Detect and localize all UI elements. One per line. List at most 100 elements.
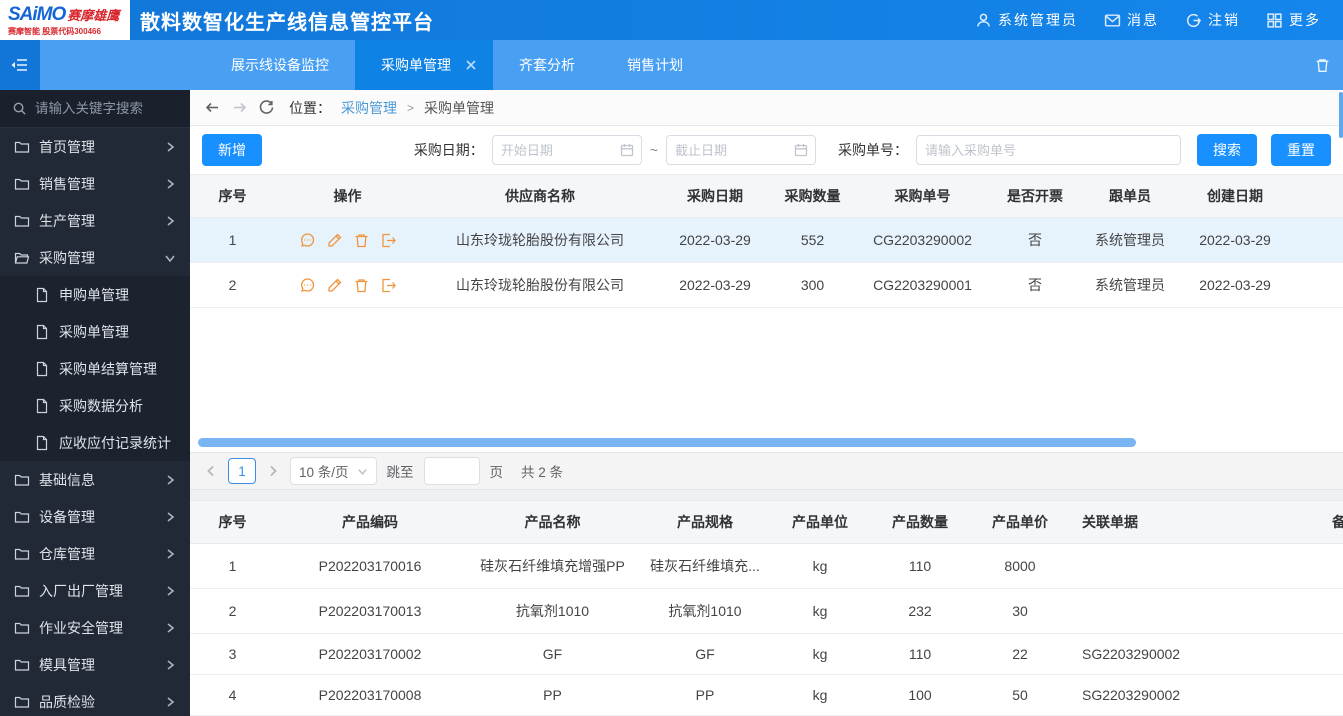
user-name: 系统管理员 bbox=[998, 12, 1078, 28]
more-label: 更多 bbox=[1289, 12, 1321, 28]
chevron-right-icon bbox=[164, 511, 176, 523]
tab-kitting-analysis[interactable]: 齐套分析 bbox=[493, 40, 601, 90]
sidebar-item-basic-information[interactable]: 基础信息 bbox=[0, 461, 190, 498]
more-button[interactable]: 更多 bbox=[1266, 10, 1321, 30]
sidebar-item-quality-inspection[interactable]: 品质检验 bbox=[0, 683, 190, 716]
folder-icon bbox=[14, 472, 30, 488]
chevron-right-icon bbox=[164, 696, 176, 708]
sidebar-item-mold-management[interactable]: 模具管理 bbox=[0, 646, 190, 683]
start-date-input[interactable] bbox=[491, 135, 642, 165]
page-size-select[interactable]: 10 条/页 bbox=[290, 457, 377, 485]
folder-icon bbox=[14, 509, 30, 525]
grid-more-icon bbox=[1266, 12, 1283, 29]
vertical-scrollbar[interactable] bbox=[1339, 92, 1343, 138]
sidebar-item-warehouse-management[interactable]: 仓库管理 bbox=[0, 535, 190, 572]
export-icon[interactable] bbox=[380, 232, 397, 249]
logout-label: 注销 bbox=[1208, 12, 1240, 28]
sidebar-collapse-button[interactable] bbox=[0, 40, 40, 90]
tab-display-line-monitor[interactable]: 展示线设备监控 bbox=[205, 40, 355, 90]
products-table: 序号 产品编码 产品名称 产品规格 产品单位 产品数量 产品单价 关联单据 备 … bbox=[190, 500, 1343, 716]
comment-icon[interactable] bbox=[299, 232, 316, 249]
sidebar-item-equipment-management[interactable]: 设备管理 bbox=[0, 498, 190, 535]
logout-button[interactable]: 注销 bbox=[1185, 10, 1240, 30]
orders-table: 序号 操作 供应商名称 采购日期 采购数量 采购单号 是否开票 跟单员 创建日期… bbox=[190, 174, 1343, 452]
toolbar: 新增 采购日期： ~ 采购单号： 搜索 重置 bbox=[190, 126, 1343, 174]
chevron-down-icon bbox=[164, 252, 176, 264]
breadcrumb-parent-link[interactable]: 采购管理 bbox=[341, 98, 397, 118]
page-unit-label: 页 bbox=[489, 465, 504, 480]
delete-icon[interactable] bbox=[353, 277, 370, 294]
file-icon bbox=[34, 435, 50, 451]
sidebar-item-purchase-settlement-management[interactable]: 采购单结算管理 bbox=[0, 350, 190, 387]
orders-table-header: 序号 操作 供应商名称 采购日期 采购数量 采购单号 是否开票 跟单员 创建日期 bbox=[190, 174, 1343, 218]
horizontal-scrollbar[interactable] bbox=[198, 438, 1136, 447]
sidebar-item-purchase-order-management[interactable]: 采购单管理 bbox=[0, 313, 190, 350]
forward-arrow-icon[interactable] bbox=[231, 99, 248, 116]
products-table-row[interactable]: 1 P202203170016 硅灰石纤维填充增强PP 硅灰石纤维填充... k… bbox=[190, 544, 1343, 589]
sidebar-item-purchase-data-analysis[interactable]: 采购数据分析 bbox=[0, 387, 190, 424]
jump-label: 跳至 bbox=[386, 465, 414, 480]
current-page-button[interactable]: 1 bbox=[228, 458, 256, 484]
end-date-input[interactable] bbox=[666, 135, 816, 165]
breadcrumb-bar: 位置： 采购管理 > 采购单管理 bbox=[190, 90, 1343, 126]
section-divider bbox=[190, 490, 1343, 500]
logo-subtitle: 赛摩智能 股票代码300466 bbox=[8, 26, 101, 36]
tab-close-icon[interactable] bbox=[465, 59, 477, 71]
refresh-icon[interactable] bbox=[258, 99, 275, 116]
caret-down-icon bbox=[357, 468, 367, 475]
messages-button[interactable]: 消息 bbox=[1104, 10, 1159, 30]
products-table-row[interactable]: 3 P202203170002 GF GF kg 110 22 SG220329… bbox=[190, 634, 1343, 675]
breadcrumb-separator: > bbox=[407, 100, 415, 115]
sidebar-search-input[interactable] bbox=[35, 101, 178, 116]
folder-icon bbox=[14, 139, 30, 155]
file-icon bbox=[34, 287, 50, 303]
reset-button[interactable]: 重置 bbox=[1271, 134, 1331, 166]
close-all-tabs-button[interactable] bbox=[1314, 40, 1343, 90]
sidebar-item-home-management[interactable]: 首页管理 bbox=[0, 128, 190, 165]
orders-table-row[interactable]: 2 山东玲珑轮胎股份有限公司 2022-03-29 300 CG22032900… bbox=[190, 263, 1343, 308]
chevron-right-icon bbox=[164, 622, 176, 634]
edit-icon[interactable] bbox=[326, 277, 343, 294]
products-table-row[interactable]: 4 P202203170008 PP PP kg 100 50 SG220329… bbox=[190, 675, 1343, 716]
search-button[interactable]: 搜索 bbox=[1197, 134, 1257, 166]
logo-brand-text: SAiMO bbox=[8, 3, 66, 25]
tab-purchase-order-management[interactable]: 采购单管理 bbox=[355, 40, 493, 90]
edit-icon[interactable] bbox=[326, 232, 343, 249]
folder-icon bbox=[14, 213, 30, 229]
folder-icon bbox=[14, 620, 30, 636]
main-content: 位置： 采购管理 > 采购单管理 新增 采购日期： ~ bbox=[190, 90, 1343, 716]
add-button[interactable]: 新增 bbox=[202, 134, 262, 166]
sidebar-item-work-safety-management[interactable]: 作业安全管理 bbox=[0, 609, 190, 646]
prev-page-icon[interactable] bbox=[204, 464, 218, 478]
sidebar-search[interactable] bbox=[0, 90, 190, 128]
sidebar-menu: 首页管理 销售管理 生产管理 采购管理 申购单管理 采购单管理 采购单结算管理 … bbox=[0, 128, 190, 716]
user-menu[interactable]: 系统管理员 bbox=[975, 10, 1078, 30]
comment-icon[interactable] bbox=[299, 277, 316, 294]
jump-page-input[interactable] bbox=[423, 457, 480, 485]
sidebar-item-receivables-payables-statistics[interactable]: 应收应付记录统计 bbox=[0, 424, 190, 461]
next-page-icon[interactable] bbox=[266, 464, 280, 478]
mail-icon bbox=[1104, 12, 1121, 29]
total-count-label: 共 2 条 bbox=[521, 465, 564, 480]
chevron-right-icon bbox=[164, 178, 176, 190]
export-icon[interactable] bbox=[380, 277, 397, 294]
products-table-row[interactable]: 2 P202203170013 抗氧剂1010 抗氧剂1010 kg 232 3… bbox=[190, 589, 1343, 634]
orders-table-row[interactable]: 1 山东玲珑轮胎股份有限公司 2022-03-29 552 CG22032900… bbox=[190, 218, 1343, 263]
sidebar-item-requisition-order-management[interactable]: 申购单管理 bbox=[0, 276, 190, 313]
back-arrow-icon[interactable] bbox=[204, 99, 221, 116]
sidebar-item-procurement-management[interactable]: 采购管理 bbox=[0, 239, 190, 276]
folder-icon bbox=[14, 176, 30, 192]
sidebar: 首页管理 销售管理 生产管理 采购管理 bbox=[0, 90, 190, 716]
breadcrumb-current: 采购单管理 bbox=[424, 99, 495, 116]
sidebar-item-entry-exit-management[interactable]: 入厂出厂管理 bbox=[0, 572, 190, 609]
tab-sales-plan[interactable]: 销售计划 bbox=[601, 40, 709, 90]
messages-label: 消息 bbox=[1127, 12, 1159, 28]
sidebar-item-sales-management[interactable]: 销售管理 bbox=[0, 165, 190, 202]
sidebar-item-production-management[interactable]: 生产管理 bbox=[0, 202, 190, 239]
user-icon bbox=[975, 12, 992, 29]
purchase-date-label: 采购日期： bbox=[413, 142, 484, 158]
chevron-right-icon bbox=[164, 141, 176, 153]
menu-fold-icon bbox=[10, 55, 30, 75]
order-no-input[interactable] bbox=[916, 135, 1181, 165]
delete-icon[interactable] bbox=[353, 232, 370, 249]
